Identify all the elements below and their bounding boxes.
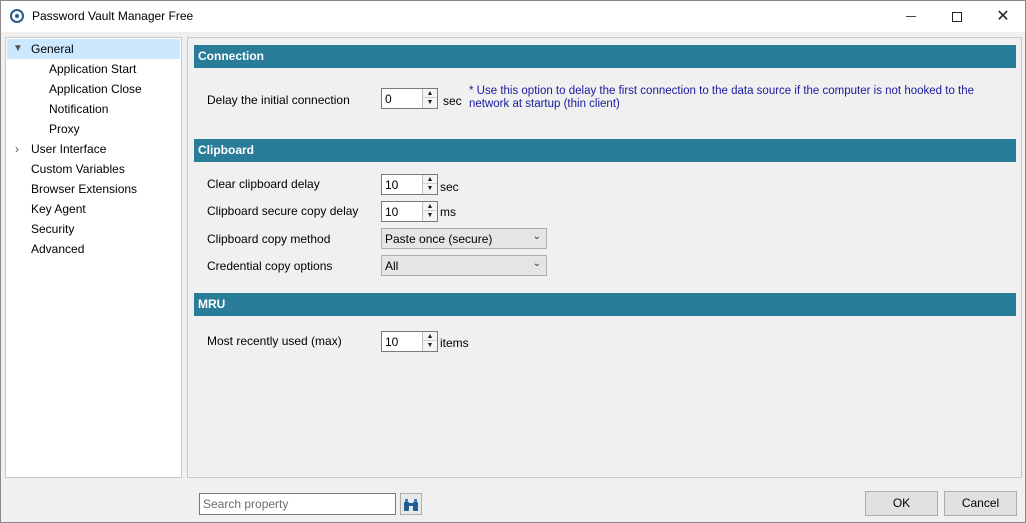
tree-item-advanced[interactable]: Advanced — [31, 239, 84, 259]
section-header-clipboard: Clipboard — [194, 139, 1016, 162]
tree-item-notification[interactable]: Notification — [49, 99, 108, 119]
spin-up-icon[interactable]: ▲ — [423, 202, 437, 211]
clear-clipboard-unit: sec — [440, 180, 459, 194]
tree-item-label: Application Close — [49, 82, 142, 96]
tree-item-key-agent[interactable]: Key Agent — [31, 199, 86, 219]
main-window: Password Vault Manager Free ✕ ▼ General … — [0, 0, 1026, 523]
tree-item-label: User Interface — [31, 142, 107, 156]
minimize-icon — [906, 16, 916, 18]
settings-tree: ▼ General Application Start Application … — [5, 37, 182, 478]
secure-copy-value: 10 — [385, 205, 399, 219]
tree-item-application-start[interactable]: Application Start — [49, 59, 136, 79]
tree-item-label: Browser Extensions — [31, 182, 138, 196]
title-bar: Password Vault Manager Free ✕ — [1, 1, 1025, 32]
clear-clipboard-label: Clear clipboard delay — [207, 177, 320, 191]
spin-down-icon[interactable]: ▼ — [423, 211, 437, 220]
spin-up-icon[interactable]: ▲ — [423, 175, 437, 184]
tree-item-label: Advanced — [31, 242, 85, 256]
search-input[interactable] — [200, 494, 395, 514]
spin-up-icon[interactable]: ▲ — [423, 332, 437, 341]
chevron-right-icon[interactable]: › — [15, 139, 19, 159]
delay-connection-hint: * Use this option to delay the first con… — [469, 85, 975, 110]
secure-copy-label: Clipboard secure copy delay — [207, 204, 359, 218]
mru-max-stepper[interactable]: 10 ▲ ▼ — [381, 331, 438, 352]
spin-down-icon[interactable]: ▼ — [423, 341, 437, 350]
tree-item-label: Notification — [49, 102, 109, 116]
search-property-field[interactable] — [199, 493, 396, 515]
delay-connection-stepper[interactable]: 0 ▲ ▼ — [381, 88, 438, 109]
copy-method-label: Clipboard copy method — [207, 232, 331, 246]
copy-method-select[interactable]: Paste once (secure) ⌄ — [381, 228, 547, 249]
tree-item-user-interface[interactable]: › User Interface — [7, 139, 180, 159]
spin-up-icon[interactable]: ▲ — [423, 89, 437, 98]
tree-item-label: Security — [31, 222, 75, 236]
ok-button[interactable]: OK — [865, 491, 938, 516]
credential-copy-select[interactable]: All ⌄ — [381, 255, 547, 276]
settings-panel: Connection Delay the initial connection … — [187, 37, 1022, 478]
section-header-mru: MRU — [194, 293, 1016, 316]
chevron-down-icon: ⌄ — [532, 258, 541, 269]
close-button[interactable]: ✕ — [980, 1, 1026, 32]
spin-down-icon[interactable]: ▼ — [423, 184, 437, 193]
tree-item-security[interactable]: Security — [31, 219, 74, 239]
mru-max-label: Most recently used (max) — [207, 334, 342, 348]
binoculars-icon — [404, 498, 418, 511]
close-icon: ✕ — [996, 8, 1010, 25]
tree-item-proxy[interactable]: Proxy — [49, 119, 80, 139]
minimize-button[interactable] — [888, 1, 934, 32]
search-button[interactable] — [400, 493, 422, 515]
credential-copy-label: Credential copy options — [207, 259, 333, 273]
secure-copy-unit: ms — [440, 205, 456, 219]
maximize-icon — [952, 11, 962, 22]
chevron-down-icon[interactable]: ▼ — [13, 39, 23, 59]
maximize-button[interactable] — [934, 1, 980, 32]
clear-clipboard-stepper[interactable]: 10 ▲ ▼ — [381, 174, 438, 195]
tree-item-general[interactable]: ▼ General — [7, 39, 180, 59]
tree-item-browser-extensions[interactable]: Browser Extensions — [31, 179, 137, 199]
tree-item-application-close[interactable]: Application Close — [49, 79, 142, 99]
tree-item-label: Application Start — [49, 62, 137, 76]
tree-item-label: Proxy — [49, 122, 80, 136]
tree-item-custom-variables[interactable]: Custom Variables — [31, 159, 125, 179]
delay-connection-value: 0 — [385, 92, 392, 106]
cancel-button[interactable]: Cancel — [944, 491, 1017, 516]
credential-copy-value: All — [385, 259, 399, 273]
spin-down-icon[interactable]: ▼ — [423, 98, 437, 107]
delay-connection-label: Delay the initial connection — [207, 93, 350, 107]
mru-max-value: 10 — [385, 335, 399, 349]
tree-item-label: Custom Variables — [31, 162, 125, 176]
secure-copy-stepper[interactable]: 10 ▲ ▼ — [381, 201, 438, 222]
window-title: Password Vault Manager Free — [32, 9, 194, 23]
mru-max-unit: items — [440, 336, 469, 350]
delay-connection-unit: sec — [443, 94, 462, 108]
tree-item-label: General — [31, 42, 74, 56]
clear-clipboard-value: 10 — [385, 178, 399, 192]
app-logo-icon — [10, 9, 24, 23]
copy-method-value: Paste once (secure) — [385, 232, 493, 246]
chevron-down-icon: ⌄ — [532, 231, 541, 242]
section-header-connection: Connection — [194, 45, 1016, 68]
tree-item-label: Key Agent — [31, 202, 86, 216]
